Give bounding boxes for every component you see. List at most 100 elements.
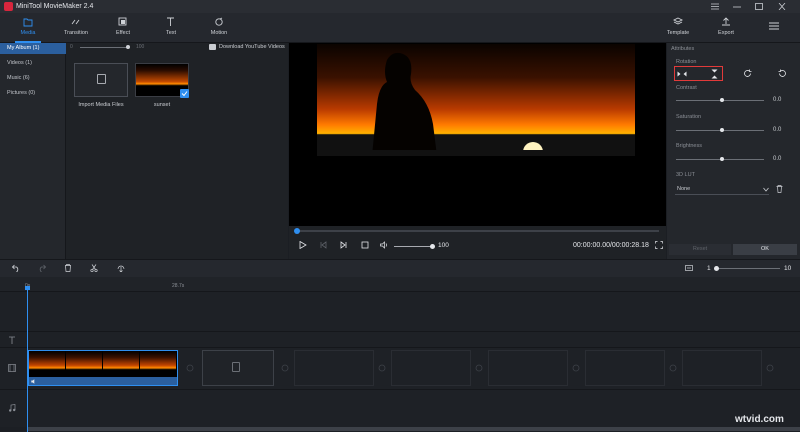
- text-track-icon: [8, 336, 16, 344]
- sidebar-item-my-album[interactable]: My Album (1): [0, 43, 66, 54]
- flip-vertical-icon[interactable]: [710, 69, 719, 79]
- sidebar-item-pictures[interactable]: Pictures (0): [0, 88, 66, 99]
- playhead-handle[interactable]: [25, 286, 30, 290]
- delete-lut-icon[interactable]: [776, 185, 783, 193]
- maximize-icon[interactable]: [755, 3, 763, 10]
- volume-slider[interactable]: [394, 246, 432, 247]
- tab-motion-label: Motion: [210, 30, 228, 36]
- playhead[interactable]: [27, 286, 28, 432]
- clip-frame: [29, 351, 66, 377]
- download-youtube-link[interactable]: Download YouTube Videos: [219, 44, 285, 50]
- saturation-handle[interactable]: [720, 128, 724, 132]
- timeline-zoom-max: 10: [784, 265, 792, 272]
- transition-slot-icon[interactable]: [572, 364, 580, 372]
- close-icon[interactable]: [778, 3, 786, 10]
- reset-button[interactable]: Reset: [669, 244, 731, 255]
- transition-slot-icon[interactable]: [186, 364, 194, 372]
- transition-slot-icon[interactable]: [766, 364, 774, 372]
- thumbnail-zoom-handle[interactable]: [126, 45, 130, 49]
- thumbnail-zoom-slider[interactable]: [80, 47, 128, 48]
- tab-text[interactable]: Text: [146, 13, 196, 43]
- hamburger-menu-icon[interactable]: [769, 22, 779, 30]
- watermark: wtvid.com: [735, 414, 784, 425]
- empty-clip-slot[interactable]: [488, 350, 568, 386]
- empty-clip-slot[interactable]: [391, 350, 471, 386]
- timeline-zoom-slider[interactable]: [714, 268, 780, 269]
- effect-icon: [118, 17, 128, 27]
- text-icon: [166, 17, 176, 27]
- next-frame-icon[interactable]: [340, 241, 348, 249]
- volume-handle[interactable]: [430, 244, 435, 249]
- tab-effect[interactable]: Effect: [98, 13, 148, 43]
- music-note-icon: [8, 404, 16, 412]
- template-button[interactable]: Template: [653, 13, 703, 43]
- transition-slot-icon[interactable]: [669, 364, 677, 372]
- app-title: MiniTool MovieMaker 2.4: [16, 3, 94, 10]
- split-scissors-icon[interactable]: [90, 264, 98, 272]
- sunset-clip-label: sunset: [153, 102, 171, 108]
- play-icon[interactable]: [299, 241, 307, 249]
- app-logo-icon: [4, 2, 13, 11]
- previous-frame-icon[interactable]: [319, 241, 327, 249]
- export-icon: [721, 17, 731, 27]
- sidebar-item-music[interactable]: Music (6): [0, 73, 66, 84]
- title-bar: [0, 0, 800, 13]
- fullscreen-icon[interactable]: [655, 241, 663, 249]
- clip-volume-icon[interactable]: [31, 379, 37, 384]
- brightness-label: Brightness: [676, 143, 702, 149]
- rotation-label: Rotation: [676, 59, 697, 65]
- youtube-download-icon[interactable]: [209, 44, 216, 50]
- rotate-clockwise-icon[interactable]: [743, 69, 752, 78]
- export-label: Export: [718, 30, 734, 36]
- video-letterbox: [289, 156, 666, 226]
- audio-detach-icon[interactable]: [116, 264, 125, 272]
- motion-icon: [214, 17, 224, 27]
- saturation-value: 0.0: [773, 127, 782, 133]
- empty-clip-slot[interactable]: [585, 350, 665, 386]
- redo-icon[interactable]: [38, 264, 46, 272]
- clip-frame: [66, 351, 103, 377]
- contrast-handle[interactable]: [720, 98, 724, 102]
- export-button[interactable]: Export: [701, 13, 751, 43]
- minimize-icon[interactable]: [733, 3, 741, 10]
- timeline-zoom-handle[interactable]: [714, 266, 719, 271]
- overlay-track: [0, 291, 800, 331]
- clip-frame: [140, 351, 177, 377]
- transition-icon: [71, 17, 81, 27]
- timeline-scrollbar[interactable]: [28, 427, 800, 431]
- volume-value: 100: [438, 242, 449, 249]
- fit-timeline-icon[interactable]: [685, 264, 693, 272]
- volume-icon[interactable]: [380, 241, 388, 249]
- tab-transition[interactable]: Transition: [51, 13, 101, 43]
- rotate-counterclockwise-icon[interactable]: [778, 69, 787, 78]
- import-arrow-icon: [97, 74, 106, 84]
- empty-clip-slot[interactable]: [682, 350, 762, 386]
- stop-icon[interactable]: [361, 241, 369, 249]
- playback-progress-handle[interactable]: [294, 228, 300, 234]
- brightness-handle[interactable]: [720, 157, 724, 161]
- tab-text-label: Text: [165, 30, 177, 36]
- ok-button[interactable]: OK: [733, 244, 797, 255]
- tab-media[interactable]: Media: [3, 13, 53, 43]
- menu-icon[interactable]: [711, 3, 719, 10]
- delete-icon[interactable]: [64, 264, 72, 272]
- transition-slot-icon[interactable]: [281, 364, 289, 372]
- time-ruler[interactable]: [0, 277, 800, 291]
- tab-motion[interactable]: Motion: [194, 13, 244, 43]
- empty-clip-slot[interactable]: [294, 350, 374, 386]
- import-media-label: Import Media Files: [78, 102, 124, 108]
- attributes-header: Attributes: [671, 46, 695, 52]
- chevron-down-icon[interactable]: [763, 187, 769, 192]
- tab-transition-label: Transition: [64, 30, 88, 36]
- playback-progress-bar[interactable]: [296, 230, 659, 232]
- clip-audio-bar[interactable]: [29, 377, 177, 385]
- clip-selected-check-icon[interactable]: [180, 89, 189, 98]
- music-track: [0, 389, 800, 427]
- thumbnail-zoom-max: 100: [136, 44, 145, 50]
- undo-icon[interactable]: [12, 264, 20, 272]
- transition-slot-icon[interactable]: [378, 364, 386, 372]
- sidebar-item-videos[interactable]: Videos (1): [0, 58, 66, 69]
- flip-horizontal-icon[interactable]: [677, 70, 687, 78]
- brightness-value: 0.0: [773, 156, 782, 162]
- transition-slot-icon[interactable]: [475, 364, 483, 372]
